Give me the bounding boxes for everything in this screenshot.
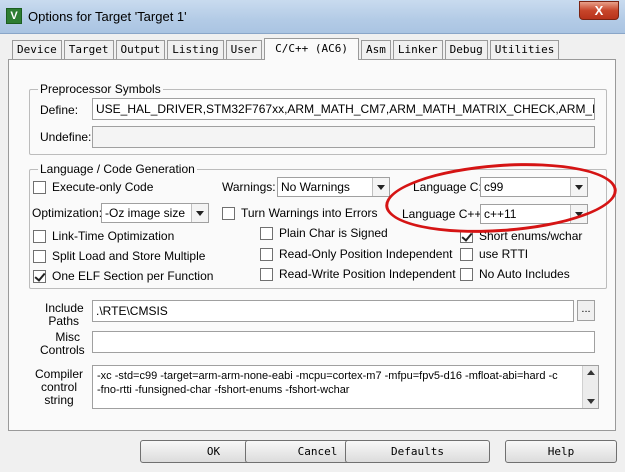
tab-user[interactable]: User [225,40,263,60]
warnings-errors-label: Turn Warnings into Errors [241,206,378,220]
no-auto-includes-checkbox[interactable]: No Auto Includes [460,267,570,281]
browse-button[interactable]: ... [577,300,595,321]
checkbox-box [33,180,46,194]
optimization-label: Optimization: [32,206,103,220]
define-input[interactable]: USE_HAL_DRIVER,STM32F767xx,ARM_MATH_CM7,… [92,98,595,120]
tab-utilities[interactable]: Utilities [489,40,560,60]
compiler-control-string[interactable]: -xc -std=c99 -target=arm-arm-none-eabi -… [92,365,599,409]
scroll-up-icon [587,370,595,375]
rwpi-label: Read-Write Position Independent [279,267,456,281]
checkbox-checked-icon [460,229,473,243]
tab-bar: Device Target Output Listing User C/C++ … [12,38,561,60]
string-label: string [44,393,74,407]
language-cpp-select[interactable]: c++11 [480,204,588,224]
undefine-label: Undefine: [40,130,92,144]
chevron-down-icon [191,204,208,222]
language-cpp-label: Language C++: [402,207,485,221]
define-label: Define: [40,103,79,117]
language-c-label: Language C: [413,180,482,194]
plain-char-label: Plain Char is Signed [279,226,388,240]
ropi-checkbox[interactable]: Read-Only Position Independent [260,247,452,261]
include-label: Include [45,301,84,315]
misc-label: Misc [55,330,80,344]
undefine-input[interactable] [92,126,595,148]
language-group-label: Language / Code Generation [38,162,197,176]
warnings-select[interactable]: No Warnings [277,177,390,197]
tab-output[interactable]: Output [115,40,166,60]
language-c-select[interactable]: c99 [480,177,588,197]
checkbox-box [260,267,273,281]
controls-label: Controls [40,343,85,357]
use-rtti-checkbox[interactable]: use RTTI [460,247,528,261]
one-elf-checkbox[interactable]: One ELF Section per Function [33,269,213,283]
rwpi-checkbox[interactable]: Read-Write Position Independent [260,267,456,281]
title-bar: V Options for Target 'Target 1' X [0,0,625,34]
tab-listing[interactable]: Listing [167,40,224,60]
help-button[interactable]: Help [505,440,617,463]
execute-only-checkbox[interactable]: Execute-only Code [33,180,153,194]
checkbox-box [260,226,273,240]
checkbox-box [260,247,273,261]
close-button[interactable]: X [579,1,619,20]
checkbox-box [460,247,473,261]
keil-app-icon: V [6,8,22,24]
defaults-button[interactable]: Defaults [345,440,490,463]
tab-device[interactable]: Device [12,40,62,60]
short-enums-label: Short enums/wchar [479,229,583,243]
compiler-label: Compiler [34,367,83,381]
vertical-scrollbar[interactable] [582,366,598,408]
chevron-down-icon [372,178,389,196]
ropi-label: Read-Only Position Independent [279,247,453,261]
warnings-errors-checkbox[interactable]: Turn Warnings into Errors [222,206,377,220]
language-cpp-value: c++11 [484,207,517,221]
split-load-label: Split Load and Store Multiple [52,249,206,263]
checkbox-box [460,267,473,281]
tab-target[interactable]: Target [63,40,114,60]
warnings-value: No Warnings [281,180,350,194]
checkbox-box [222,206,235,220]
tab-linker[interactable]: Linker [392,40,443,60]
control-label: control [40,380,78,394]
preprocessor-group-label: Preprocessor Symbols [38,82,163,96]
warnings-label: Warnings: [222,180,276,194]
tab-asm[interactable]: Asm [360,40,391,60]
split-load-checkbox[interactable]: Split Load and Store Multiple [33,249,205,263]
use-rtti-label: use RTTI [479,247,529,261]
optimization-value: -Oz image size [105,206,186,220]
checkbox-checked-icon [33,269,46,283]
compiler-line-2: -fno-rtti -funsigned-char -fshort-enums … [97,384,350,396]
paths-label: Paths [48,314,79,328]
include-paths-input[interactable]: .\RTE\CMSIS [92,300,574,322]
chevron-down-icon [570,178,587,196]
short-enums-checkbox[interactable]: Short enums/wchar [460,229,582,243]
plain-char-checkbox[interactable]: Plain Char is Signed [260,226,388,240]
optimization-select[interactable]: -Oz image size [101,203,209,223]
one-elf-label: One ELF Section per Function [52,269,214,283]
window-title: Options for Target 'Target 1' [28,9,187,24]
tab-cpp-ac6[interactable]: C/C++ (AC6) [264,38,359,60]
tab-debug[interactable]: Debug [444,40,488,60]
checkbox-box [33,249,46,263]
compiler-line-1: -xc -std=c99 -target=arm-arm-none-eabi -… [97,370,558,382]
language-c-value: c99 [484,180,504,194]
lto-checkbox[interactable]: Link-Time Optimization [33,229,174,243]
scroll-down-icon [587,399,595,404]
checkbox-box [33,229,46,243]
lto-label: Link-Time Optimization [52,229,175,243]
execute-only-label: Execute-only Code [52,180,154,194]
no-auto-includes-label: No Auto Includes [479,267,570,281]
chevron-down-icon [570,205,587,223]
misc-controls-input[interactable] [92,331,595,353]
